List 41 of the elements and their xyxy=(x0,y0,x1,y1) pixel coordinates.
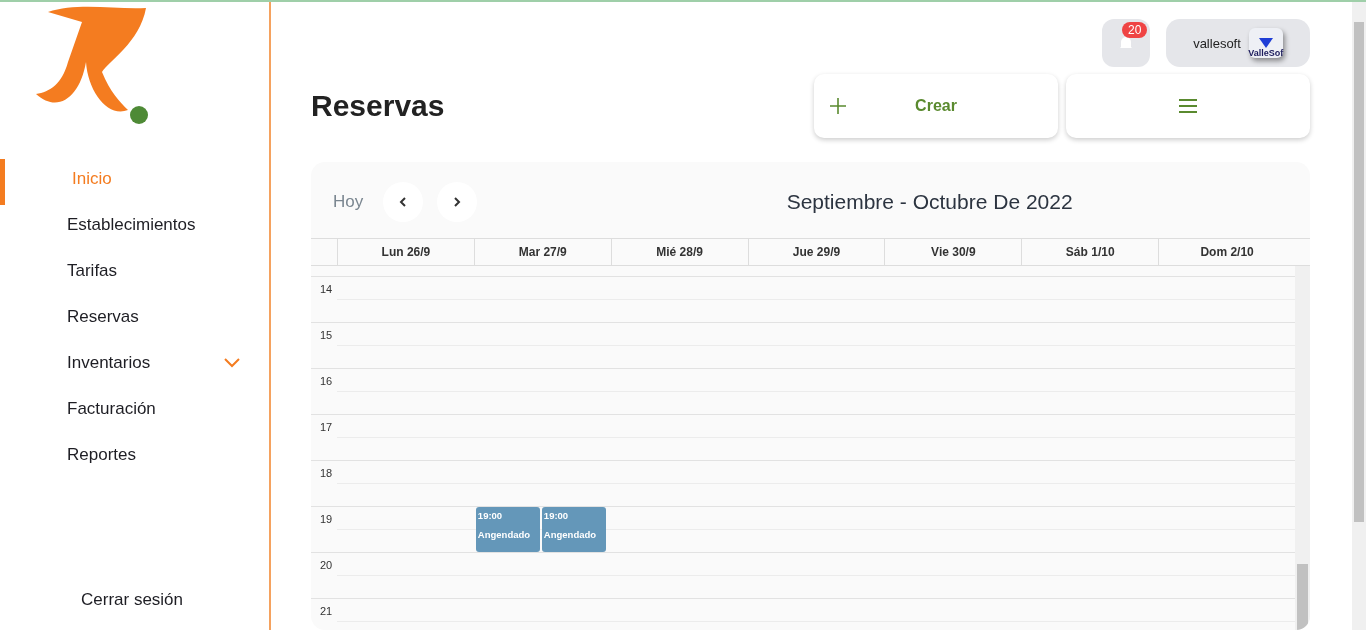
chevron-right-icon xyxy=(452,196,463,208)
sidebar-item[interactable]: Reservas xyxy=(0,303,269,331)
day-header: Jue 29/9 xyxy=(747,239,885,265)
menu-button[interactable] xyxy=(1066,74,1310,138)
hour-label: 18 xyxy=(319,466,334,481)
menu-icon xyxy=(1178,98,1198,114)
user-menu[interactable]: vallesoft ValleSof xyxy=(1166,19,1310,67)
sidebar-item[interactable]: Inventarios xyxy=(0,349,269,377)
company-logo: ValleSof xyxy=(1248,28,1283,58)
hour-label: 16 xyxy=(319,374,334,389)
date-range: Septiembre - Octubre De 2022 xyxy=(785,190,1074,214)
plus-icon xyxy=(828,96,848,116)
hour-label: 21 xyxy=(319,604,334,619)
hour-label: 19 xyxy=(319,512,334,527)
notification-count: 20 xyxy=(1122,22,1148,38)
sidebar-item[interactable]: Establecimientos xyxy=(0,211,269,239)
hour-label: 17 xyxy=(319,420,334,435)
notification-button[interactable]: 20 xyxy=(1102,19,1150,67)
active-marker xyxy=(0,159,5,205)
sidebar-item[interactable]: Facturación xyxy=(0,395,269,423)
hour-label: 20 xyxy=(319,558,334,573)
hour-label: 15 xyxy=(319,328,334,343)
create-button[interactable]: Crear xyxy=(814,74,1058,138)
chevron-left-icon xyxy=(398,196,409,208)
page-scrollbar[interactable] xyxy=(1352,2,1366,630)
page-title: Reservas xyxy=(311,89,446,123)
logout-link[interactable]: Cerrar sesión xyxy=(0,590,269,610)
day-header: Mar 27/9 xyxy=(473,239,611,265)
next-button[interactable] xyxy=(437,182,478,222)
day-header: Vie 30/9 xyxy=(884,239,1022,265)
day-header: Lun 26/9 xyxy=(337,239,474,265)
sidebar-item[interactable]: Tarifas xyxy=(0,257,269,285)
day-header: Dom 2/10 xyxy=(1158,239,1295,265)
today-button[interactable]: Hoy xyxy=(333,192,364,212)
day-header: Sáb 1/10 xyxy=(1021,239,1159,265)
s-logo-icon xyxy=(1258,38,1273,48)
hour-label: 14 xyxy=(319,282,334,297)
previous-button[interactable] xyxy=(383,182,424,222)
sidebar-item[interactable]: Reportes xyxy=(0,441,269,469)
scrollbar[interactable] xyxy=(1295,266,1310,630)
day-header: Mié 28/9 xyxy=(610,239,748,265)
